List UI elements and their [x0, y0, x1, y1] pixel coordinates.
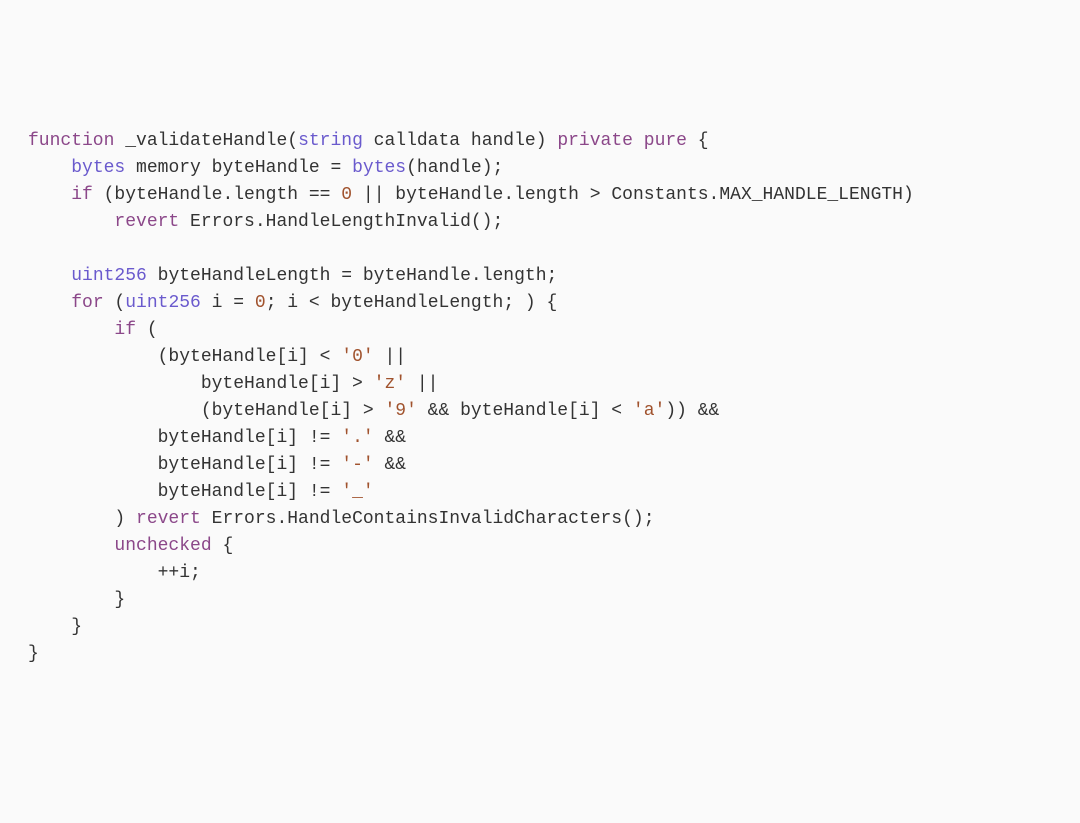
type-bytes-cast: bytes — [352, 158, 406, 178]
indent — [28, 158, 71, 178]
brace-close: } — [114, 590, 125, 610]
indent — [28, 185, 71, 205]
brace-open: { — [212, 536, 234, 556]
brace-close: } — [28, 644, 39, 664]
paren-open: ( — [287, 131, 298, 151]
cond-b: && — [374, 428, 406, 448]
literal-zero: 0 — [255, 293, 266, 313]
keyword-for: for — [71, 293, 103, 313]
indent — [28, 509, 114, 529]
function-name: _validateHandle — [114, 131, 287, 151]
brace-close: } — [71, 617, 82, 637]
paren-close: ) — [114, 509, 136, 529]
indent — [28, 536, 114, 556]
if-open: ( — [136, 320, 158, 340]
indent — [28, 374, 201, 394]
space — [633, 131, 644, 151]
error-call: Errors.HandleContainsInvalidCharacters()… — [201, 509, 655, 529]
indent — [28, 563, 158, 583]
char-literal-9: '9' — [384, 401, 416, 421]
keyword-memory: memory — [125, 158, 211, 178]
indent — [28, 293, 71, 313]
char-literal-dot: '.' — [341, 428, 373, 448]
keyword-if: if — [71, 185, 93, 205]
call: (handle); — [406, 158, 503, 178]
keyword-pure: pure — [644, 131, 687, 151]
keyword-private: private — [557, 131, 633, 151]
char-literal-z: 'z' — [374, 374, 406, 394]
char-literal-a: 'a' — [633, 401, 665, 421]
cond-a: byteHandle[i] != — [158, 455, 342, 475]
indent — [28, 212, 114, 232]
increment: ++i; — [158, 563, 201, 583]
cond-b: || — [406, 374, 438, 394]
indent — [28, 401, 201, 421]
char-literal-0: '0' — [341, 347, 373, 367]
solidity-code-block: function _validateHandle(string calldata… — [28, 128, 1052, 668]
brace-open: { — [687, 131, 709, 151]
indent — [28, 617, 71, 637]
cond-a: byteHandle[i] > — [201, 374, 374, 394]
keyword-if: if — [114, 320, 136, 340]
keyword-revert: revert — [136, 509, 201, 529]
keyword-unchecked: unchecked — [114, 536, 211, 556]
cond-a: (byteHandle[i] > — [201, 401, 385, 421]
keyword-function: function — [28, 131, 114, 151]
indent — [28, 347, 158, 367]
indent — [28, 428, 158, 448]
type-uint256: uint256 — [125, 293, 201, 313]
char-literal-underscore: '_' — [341, 482, 373, 502]
literal-zero: 0 — [341, 185, 352, 205]
var-decl: byteHandleLength = byteHandle.length; — [147, 266, 557, 286]
paren-close: ) — [536, 131, 558, 151]
var-decl: byteHandle = — [212, 158, 352, 178]
indent — [28, 266, 71, 286]
cond-a: byteHandle[i] != — [158, 482, 342, 502]
cond-b: && — [374, 455, 406, 475]
cond-part2: || byteHandle.length > Constants.MAX_HAN… — [352, 185, 914, 205]
cond-a: (byteHandle[i] < — [158, 347, 342, 367]
indent — [28, 590, 114, 610]
type-string: string — [298, 131, 363, 151]
indent — [28, 482, 158, 502]
param-handle: handle — [471, 131, 536, 151]
indent — [28, 455, 158, 475]
type-uint256: uint256 — [71, 266, 147, 286]
error-call: Errors.HandleLengthInvalid(); — [179, 212, 503, 232]
char-literal-dash: '-' — [341, 455, 373, 475]
indent — [28, 320, 114, 340]
keyword-revert: revert — [114, 212, 179, 232]
cond-b: && byteHandle[i] < — [417, 401, 633, 421]
cond-part1: (byteHandle.length == — [93, 185, 341, 205]
for-init: i = — [201, 293, 255, 313]
for-open: ( — [104, 293, 126, 313]
cond-a: byteHandle[i] != — [158, 428, 342, 448]
keyword-calldata: calldata — [363, 131, 471, 151]
for-rest: ; i < byteHandleLength; ) { — [266, 293, 558, 313]
type-bytes: bytes — [71, 158, 125, 178]
cond-c: )) && — [665, 401, 719, 421]
cond-b: || — [374, 347, 406, 367]
